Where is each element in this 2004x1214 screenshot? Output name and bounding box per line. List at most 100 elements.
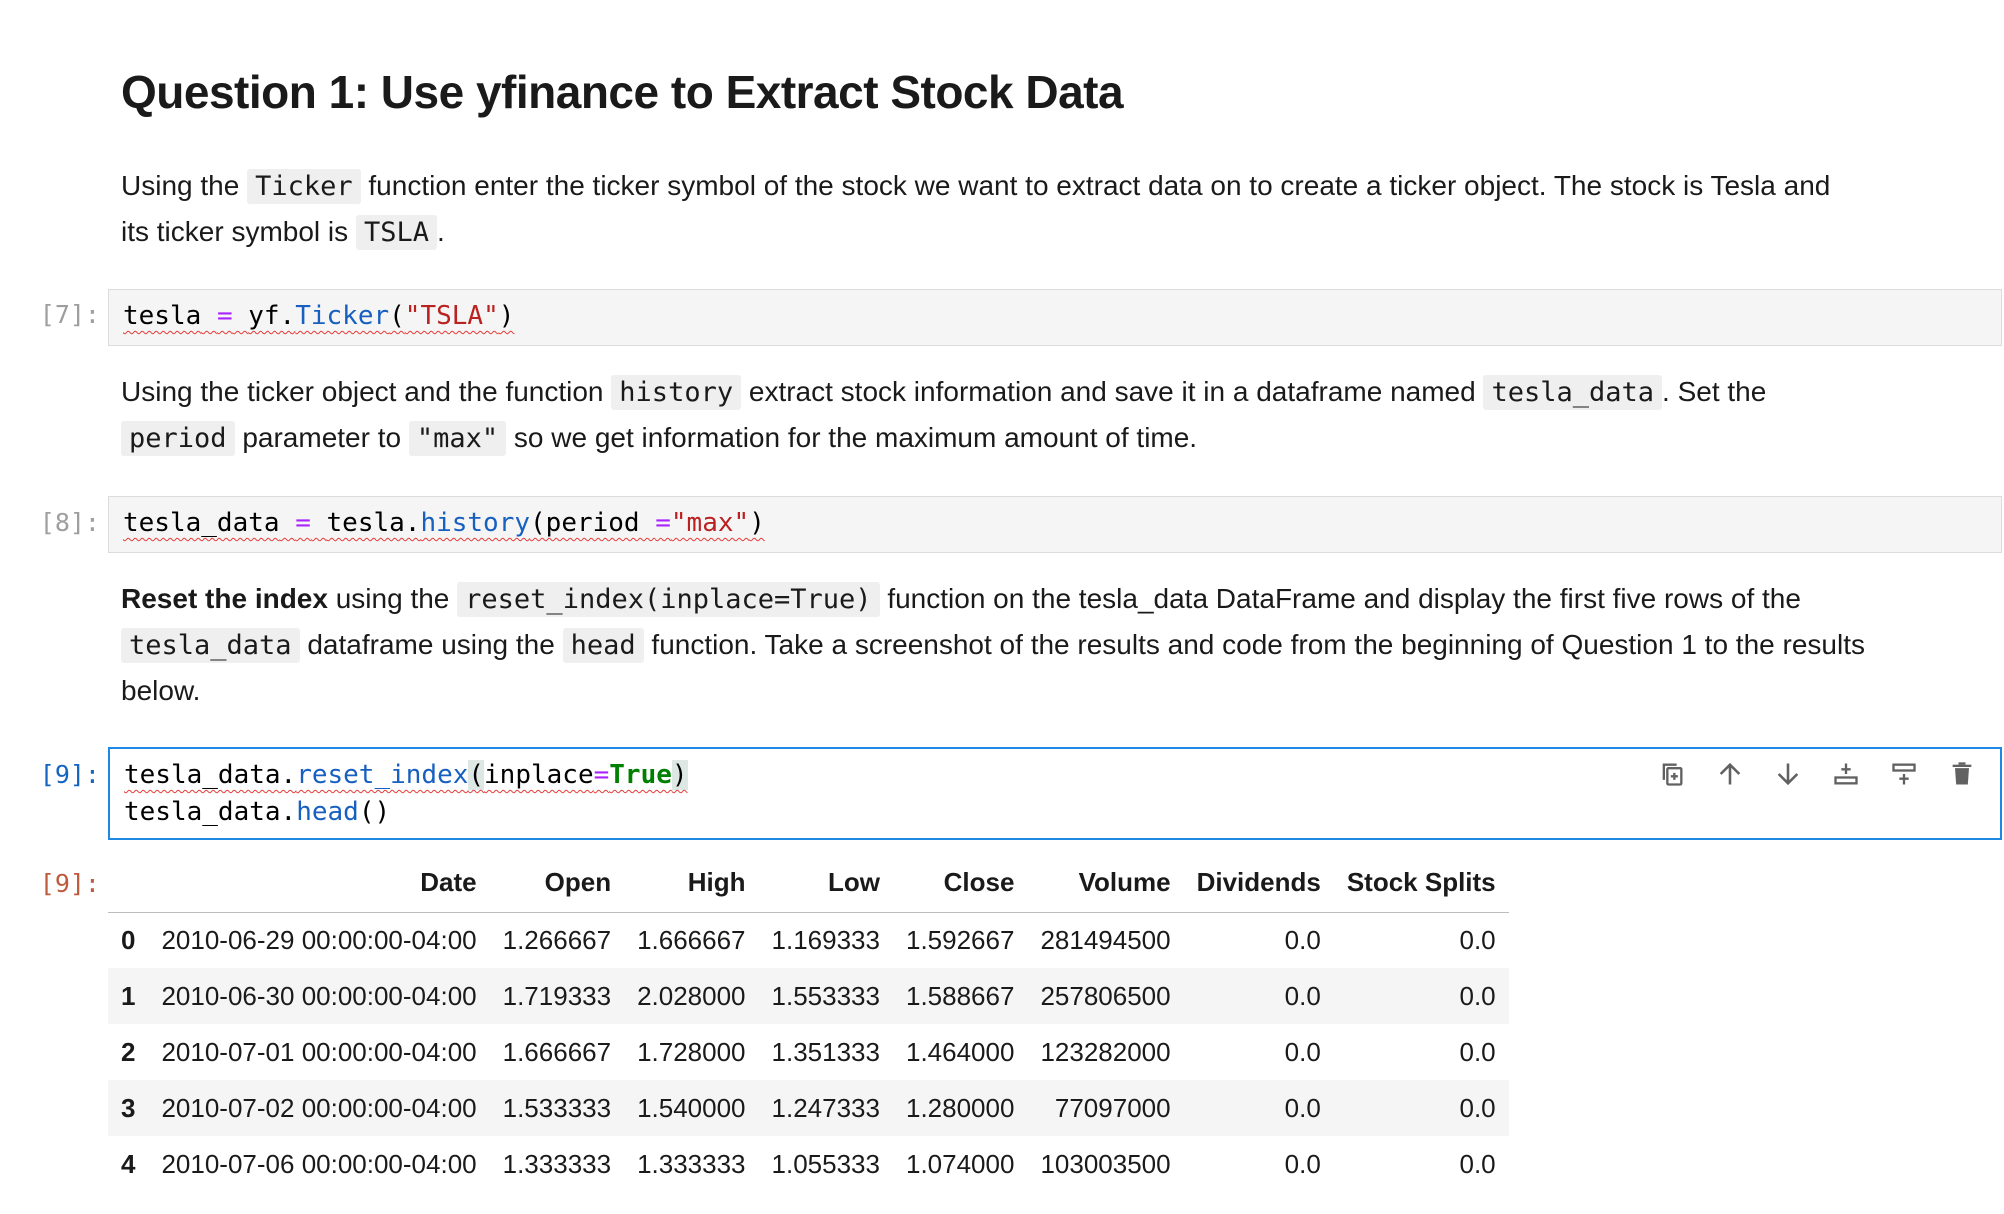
table-cell: 0.0 [1284,924,1321,955]
table-cell: 1.588667 [905,980,1015,1011]
inline-code: "max" [408,421,507,456]
md-text: . [436,216,445,247]
md-text: function. Take a screenshot of the resul… [643,629,1865,660]
column-header: Dividends [1196,867,1321,898]
column-header: Stock Splits [1346,867,1496,898]
column-header: Volume [1078,867,1171,898]
column-header: Close [943,867,1015,898]
table-cell: 0.0 [1459,924,1496,955]
table-cell: 103003500 [1040,1148,1171,1179]
move-up-icon[interactable] [1716,757,1744,791]
table-cell: 2.028000 [637,980,746,1011]
code-cell-9[interactable]: tesla_data.reset_index(inplace=True) tes… [108,747,2002,840]
row-index: 0 [121,924,136,955]
code-line[interactable]: tesla_data = tesla.history(period ="max"… [123,505,765,542]
column-header: Date [420,867,477,898]
table-cell: 2010-07-02 00:00:00-04:00 [161,1092,477,1123]
table-cell: 2010-07-06 00:00:00-04:00 [161,1148,477,1179]
code-line[interactable]: tesla = yf.Ticker("TSLA") [123,298,514,335]
md-text: so we get information for the maximum am… [506,422,1198,453]
md-text: Using the [121,170,248,201]
md-text: dataframe using the [299,629,563,660]
code-cell-8[interactable]: tesla_data = tesla.history(period ="max"… [108,496,2002,553]
inline-code: reset_index(inplace=True) [457,582,880,617]
table-cell: 0.0 [1459,980,1496,1011]
delete-icon[interactable] [1948,757,1976,791]
column-header: Low [827,867,880,898]
dataframe-output-table: Date Open High Low Close Volume Dividends Stock… [108,854,1509,1192]
execution-count: [8]: [39,508,100,537]
table-cell: 1.074000 [905,1148,1015,1179]
md-text: function enter the ticker symbol of the … [360,170,1831,201]
md-text: below. [121,675,201,706]
table-cell: 257806500 [1040,980,1171,1011]
table-cell: 1.728000 [637,1036,746,1067]
table-cell: 1.266667 [502,924,612,955]
table-cell: 1.666667 [637,924,746,955]
table-cell: 2010-06-30 00:00:00-04:00 [161,980,477,1011]
row-index: 1 [121,980,136,1011]
table-cell: 0.0 [1459,1092,1496,1123]
table-body: 0 2010-06-29 00:00:00-04:00 1.266667 1.6666… [108,912,1509,1192]
table-header-row: Date Open High Low Close Volume Dividends Stock… [108,854,1509,912]
cell-toolbar [1658,757,1976,791]
table-row: 2 2010-07-01 00:00:00-04:00 1.666667 1.7280… [108,1024,1509,1080]
table-cell: 1.247333 [771,1092,880,1123]
row-index: 4 [121,1148,136,1179]
table-cell: 1.666667 [502,1036,612,1067]
table-cell: 281494500 [1040,924,1171,955]
table-cell: 1.719333 [502,980,612,1011]
insert-below-icon[interactable] [1832,757,1860,791]
table-cell: 123282000 [1040,1036,1171,1067]
table-cell: 1.592667 [905,924,1015,955]
markdown-cell-reset-index: Reset the index using the reset_index(in… [121,576,2001,713]
table-row: 0 2010-06-29 00:00:00-04:00 1.266667 1.6666… [108,912,1509,968]
row-index: 2 [121,1036,136,1067]
table-cell: 0.0 [1459,1036,1496,1067]
inline-code: Ticker [247,169,361,204]
row-index: 3 [121,1092,136,1123]
table-cell: 2010-07-01 00:00:00-04:00 [161,1036,477,1067]
table-cell: 1.351333 [771,1036,880,1067]
section-heading: Question 1: Use yfinance to Extract Stoc… [121,66,1124,118]
table-row: 4 2010-07-06 00:00:00-04:00 1.333333 1.3333… [108,1136,1509,1192]
table-cell: 0.0 [1284,980,1321,1011]
table-cell: 1.055333 [771,1148,880,1179]
table-cell: 1.533333 [502,1092,612,1123]
insert-above-icon[interactable] [1890,757,1918,791]
table-cell: 77097000 [1054,1092,1171,1123]
inline-code: TSLA [355,215,437,250]
table-cell: 1.169333 [771,924,880,955]
inline-code: tesla_data [121,628,300,663]
md-text: parameter to [234,422,409,453]
markdown-cell-history: Using the ticker object and the function… [121,369,2001,461]
code-line[interactable]: tesla_data.reset_index(inplace=True) [124,757,688,794]
table-cell: 1.333333 [502,1148,612,1179]
column-header: Open [544,867,612,898]
inline-code: tesla_data [1483,375,1663,410]
code-line[interactable]: tesla_data.head() [124,794,390,831]
table-cell: 2010-06-29 00:00:00-04:00 [161,924,477,955]
md-text: Using the ticker object and the function [121,376,612,407]
table-cell: 1.280000 [905,1092,1015,1123]
table-cell: 0.0 [1284,1148,1321,1179]
execution-count: [7]: [39,300,100,329]
move-down-icon[interactable] [1774,757,1802,791]
duplicate-icon[interactable] [1658,757,1686,791]
table-cell: 0.0 [1459,1148,1496,1179]
index-header [108,854,148,912]
table-row: 3 2010-07-02 00:00:00-04:00 1.533333 1.5400… [108,1080,1509,1136]
markdown-cell-ticker: Using the Ticker function enter the tick… [121,163,2001,255]
md-bold-text: Reset the index [121,583,328,614]
code-cell-7[interactable]: tesla = yf.Ticker("TSLA") [108,289,2002,346]
table-cell: 1.464000 [905,1036,1015,1067]
table-cell: 0.0 [1284,1092,1321,1123]
inline-code: history [611,375,742,410]
table-cell: 1.553333 [771,980,880,1011]
table-cell: 1.333333 [637,1148,746,1179]
table-cell: 1.540000 [637,1092,746,1123]
md-text: . Set the [1662,376,1767,407]
md-text: extract stock information and save it in… [741,376,1484,407]
md-text: using the [327,583,458,614]
md-text: its ticker symbol is [121,216,356,247]
